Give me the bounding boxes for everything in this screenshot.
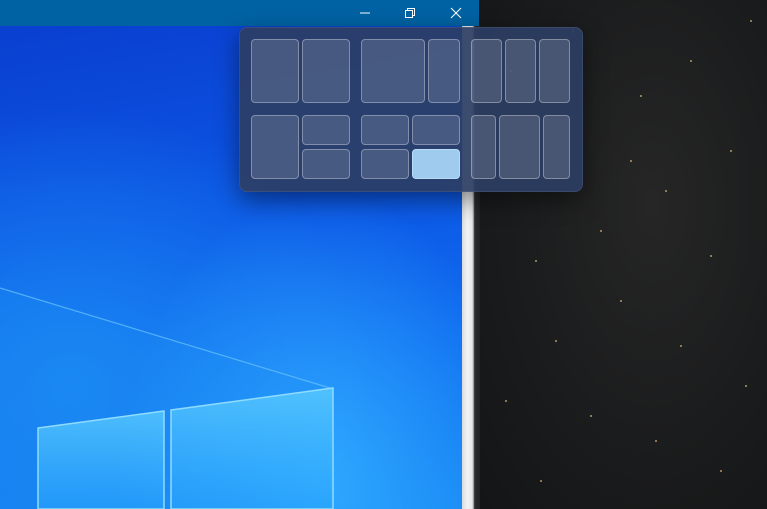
snap-zone-narrow-right[interactable]	[428, 39, 460, 103]
restore-icon	[405, 8, 415, 18]
minimize-button[interactable]	[342, 0, 388, 26]
snap-zone-top-right[interactable]	[412, 115, 460, 145]
minimize-icon	[360, 12, 370, 14]
restore-button[interactable]	[387, 0, 433, 26]
snap-zone-column-3[interactable]	[539, 39, 570, 103]
snap-zone-column-2[interactable]	[505, 39, 536, 103]
snap-zone-bottom-right-selected[interactable]	[412, 149, 460, 179]
snap-zone-right[interactable]	[302, 39, 350, 103]
snap-zone-column-1[interactable]	[471, 39, 502, 103]
close-icon	[450, 7, 462, 19]
snap-zone-center-wide[interactable]	[499, 115, 540, 179]
snap-zone-right-narrow[interactable]	[543, 115, 570, 179]
snap-layouts-flyout	[239, 27, 583, 192]
snap-zone-main-left[interactable]	[251, 115, 299, 179]
snap-zone-wide-left[interactable]	[361, 39, 425, 103]
snap-zone-bottom-left[interactable]	[361, 149, 409, 179]
snap-zone-top-right[interactable]	[302, 115, 350, 145]
snap-zone-top-left[interactable]	[361, 115, 409, 145]
window-titlebar[interactable]	[0, 0, 479, 26]
snap-zone-left-narrow[interactable]	[471, 115, 496, 179]
snap-zone-left[interactable]	[251, 39, 299, 103]
snap-zone-bottom-right[interactable]	[302, 149, 350, 179]
close-button[interactable]	[433, 0, 479, 26]
